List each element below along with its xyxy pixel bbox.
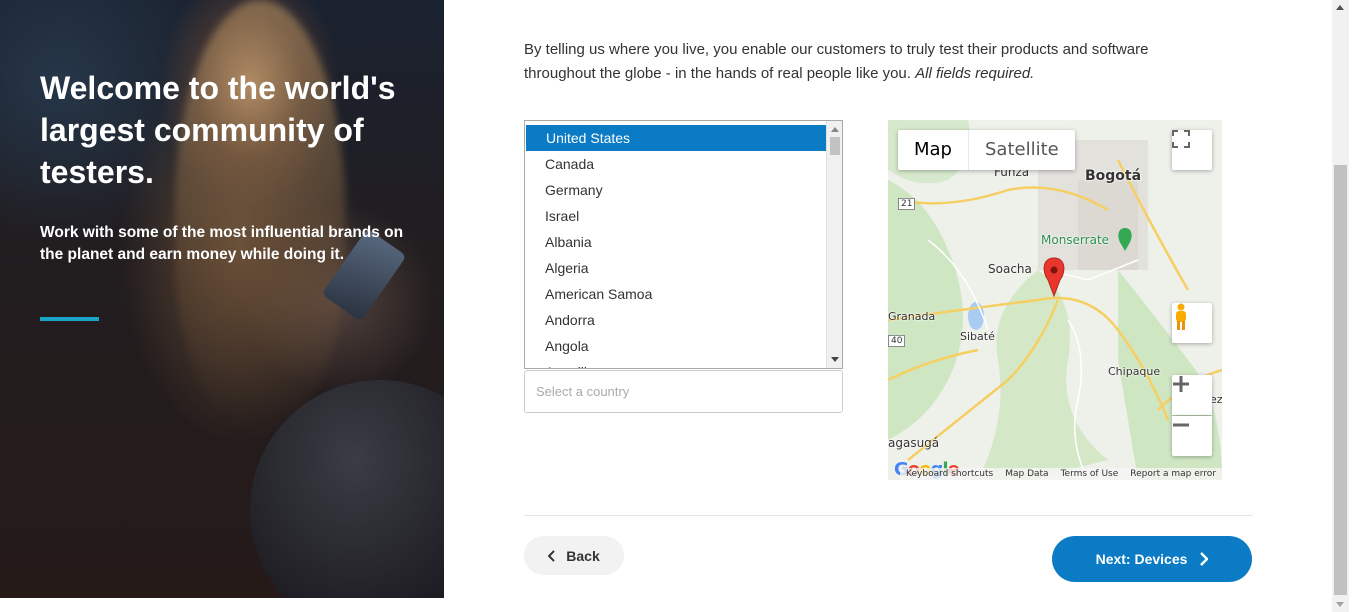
- map-type-map-button[interactable]: Map: [898, 130, 968, 170]
- map-label-granada: Granada: [888, 310, 936, 323]
- required-note: All fields required.: [915, 65, 1035, 82]
- page-scrollbar-thumb[interactable]: [1334, 165, 1347, 595]
- location-map[interactable]: Bogotá Funza Monserrate Soacha Granada S…: [888, 120, 1222, 480]
- form-content: By telling us where you live, you enable…: [444, 0, 1332, 612]
- country-option[interactable]: Andorra: [525, 307, 826, 333]
- divider: [524, 515, 1253, 516]
- plus-icon: [1173, 376, 1189, 392]
- map-label-fusagasuga: agasugá: [888, 436, 940, 450]
- report-map-error-link[interactable]: Report a map error: [1130, 469, 1216, 479]
- intro-text: By telling us where you live, you enable…: [524, 41, 1149, 82]
- country-option[interactable]: American Samoa: [525, 281, 826, 307]
- country-option[interactable]: Anguilla: [525, 359, 826, 368]
- country-option[interactable]: Germany: [525, 177, 826, 203]
- country-options: United States Canada Germany Israel Albania A…: [525, 121, 842, 368]
- dropdown-scrollbar[interactable]: [826, 121, 842, 368]
- map-footer: Google Keyboard shortcuts Map Data Terms…: [888, 459, 1222, 480]
- country-option[interactable]: Algeria: [525, 255, 826, 281]
- back-button[interactable]: Back: [524, 536, 624, 575]
- map-type-control: Map Satellite: [898, 130, 1075, 170]
- route-40-badge: 40: [888, 335, 906, 347]
- hero-subtitle: Work with some of the most influential b…: [40, 224, 404, 263]
- chevron-right-icon: [1200, 552, 1209, 566]
- pegman-icon: [1176, 303, 1186, 330]
- back-button-label: Back: [566, 547, 600, 564]
- fullscreen-button[interactable]: [1172, 130, 1212, 170]
- hero-panel: Welcome to the world's largest community…: [0, 0, 444, 598]
- street-view-button[interactable]: [1172, 303, 1212, 343]
- map-label-sibate: Sibaté: [960, 330, 995, 343]
- country-select[interactable]: Select a country: [524, 370, 843, 413]
- page-scroll-down-icon[interactable]: [1336, 602, 1344, 607]
- country-dropdown-list[interactable]: United States Canada Germany Israel Albania A…: [524, 120, 843, 369]
- map-label-chipaque: Chipaque: [1108, 365, 1161, 378]
- hero-image-hair: [175, 0, 345, 420]
- page-scrollbar[interactable]: [1332, 0, 1349, 612]
- hero-accent-bar: [40, 317, 99, 321]
- hero-title: Welcome to the world's largest community…: [40, 70, 396, 190]
- country-option[interactable]: Canada: [525, 151, 826, 177]
- next-button-label: Next: Devices: [1095, 551, 1188, 567]
- zoom-out-button[interactable]: [1172, 416, 1212, 456]
- zoom-in-button[interactable]: [1172, 375, 1212, 415]
- country-option[interactable]: Albania: [525, 229, 826, 255]
- next-devices-button[interactable]: Next: Devices: [1052, 536, 1252, 582]
- terms-of-use-link[interactable]: Terms of Use: [1061, 469, 1119, 479]
- map-label-bogota: Bogotá: [1085, 168, 1142, 184]
- chevron-left-icon: [548, 549, 555, 562]
- country-option[interactable]: Angola: [525, 333, 826, 359]
- fullscreen-icon: [1172, 130, 1190, 148]
- route-21-badge: 21: [898, 198, 916, 210]
- map-label-monserrate: Monserrate: [1041, 233, 1110, 247]
- page-scroll-up-icon[interactable]: [1336, 5, 1344, 10]
- scrollbar-thumb[interactable]: [830, 137, 840, 155]
- scroll-up-icon[interactable]: [831, 127, 839, 132]
- keyboard-shortcuts-link[interactable]: Keyboard shortcuts: [906, 469, 993, 479]
- minus-icon: [1173, 423, 1189, 427]
- map-type-satellite-button[interactable]: Satellite: [968, 130, 1075, 170]
- map-data-link[interactable]: Map Data: [1005, 469, 1048, 479]
- country-option[interactable]: United States: [526, 125, 827, 151]
- map-label-soacha: Soacha: [988, 262, 1032, 276]
- country-option[interactable]: Israel: [525, 203, 826, 229]
- scroll-down-icon[interactable]: [831, 357, 839, 362]
